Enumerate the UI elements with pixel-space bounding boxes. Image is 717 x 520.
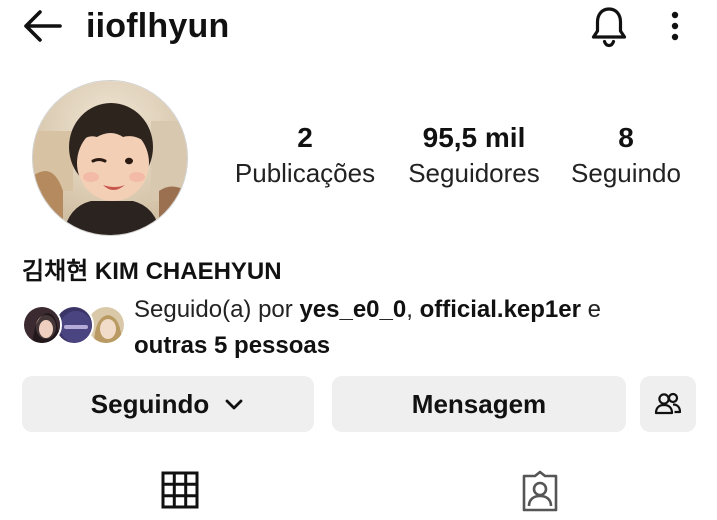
mutual-user-2[interactable]: official.kep1er bbox=[420, 296, 581, 323]
mutual-user-1[interactable]: yes_e0_0 bbox=[299, 296, 406, 323]
message-button[interactable]: Mensagem bbox=[332, 376, 626, 432]
posts-label: Publicações bbox=[234, 158, 376, 188]
followed-by-separator: , bbox=[406, 296, 420, 323]
posts-count: 2 bbox=[297, 122, 313, 153]
chevron-down-icon bbox=[223, 393, 245, 415]
stat-posts[interactable]: 2 Publicações bbox=[226, 120, 384, 190]
grid-icon bbox=[160, 470, 200, 512]
top-bar: iioflhyun bbox=[0, 0, 717, 56]
mutual-others[interactable]: outras 5 pessoas bbox=[134, 332, 330, 359]
suggested-people-button[interactable] bbox=[640, 376, 696, 432]
posts-grid-tab[interactable] bbox=[160, 470, 200, 520]
stat-following[interactable]: 8 Seguindo bbox=[562, 120, 690, 190]
followed-by-conjunction: e bbox=[580, 296, 601, 323]
followers-count: 95,5 mil bbox=[422, 122, 526, 153]
bell-icon[interactable] bbox=[588, 4, 630, 48]
message-button-label: Mensagem bbox=[411, 388, 547, 419]
stat-followers[interactable]: 95,5 mil Seguidores bbox=[400, 120, 548, 190]
followed-by-text[interactable]: Seguido(a) por yes_e0_0, official.kep1er… bbox=[134, 292, 694, 364]
mutual-followers-avatars[interactable] bbox=[22, 305, 126, 347]
back-arrow-icon[interactable] bbox=[20, 6, 64, 46]
profile-avatar[interactable] bbox=[32, 80, 188, 236]
profile-screen: iioflhyun 2 Publicações 95,5 mil Seguido… bbox=[0, 0, 717, 520]
display-name: 김채현 KIM CHAEHYUN bbox=[22, 258, 282, 285]
following-count: 8 bbox=[618, 122, 634, 153]
followers-label: Seguidores bbox=[408, 158, 540, 188]
profile-username: iioflhyun bbox=[86, 7, 230, 45]
followed-by-prefix: Seguido(a) por bbox=[134, 296, 300, 323]
add-people-icon bbox=[653, 389, 683, 419]
following-button[interactable]: Seguindo bbox=[22, 376, 314, 432]
mutual-avatar-1 bbox=[22, 305, 62, 345]
following-label: Seguindo bbox=[571, 158, 681, 188]
tagged-person-icon bbox=[520, 470, 560, 512]
following-button-label: Seguindo bbox=[90, 388, 210, 419]
tagged-tab[interactable] bbox=[520, 470, 560, 520]
more-vertical-icon[interactable] bbox=[662, 6, 688, 46]
